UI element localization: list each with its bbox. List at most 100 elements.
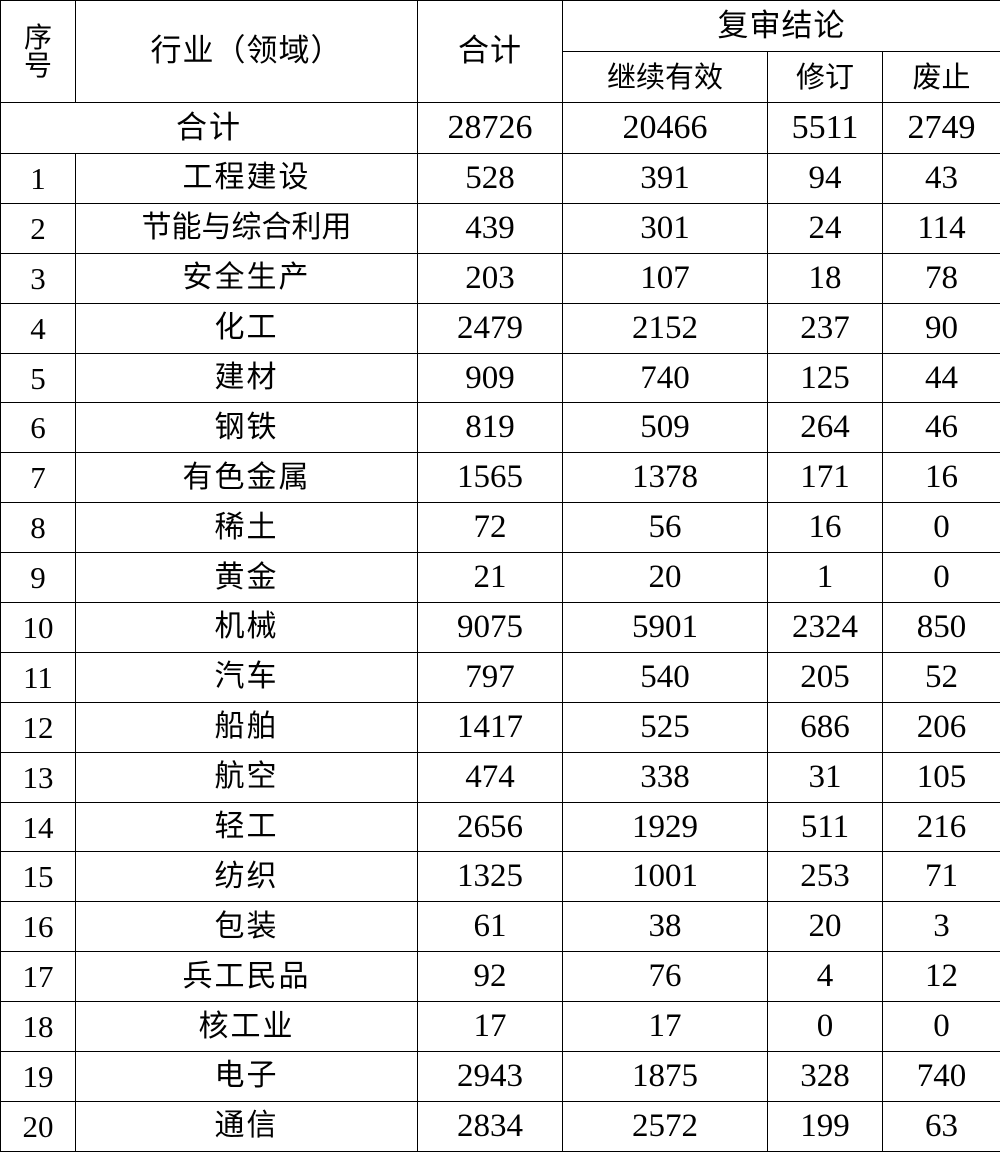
totals-revised: 5511 <box>768 103 883 154</box>
row-revised: 16 <box>768 503 883 553</box>
row-index: 1 <box>1 154 76 204</box>
row-revised: 253 <box>768 852 883 902</box>
row-index: 12 <box>1 702 76 752</box>
table-row: 16 包装 61 38 20 3 <box>1 902 1000 952</box>
row-still-valid: 301 <box>563 203 768 253</box>
row-abolished: 0 <box>883 1002 1000 1052</box>
row-industry: 航空 <box>76 752 418 802</box>
row-abolished: 78 <box>883 253 1000 303</box>
row-industry: 船舶 <box>76 702 418 752</box>
row-total: 2479 <box>418 303 563 353</box>
row-total: 17 <box>418 1002 563 1052</box>
row-revised: 2324 <box>768 603 883 653</box>
row-industry: 黄金 <box>76 553 418 603</box>
row-revised: 18 <box>768 253 883 303</box>
header-total: 合计 <box>418 1 563 103</box>
row-revised: 125 <box>768 353 883 403</box>
row-still-valid: 1875 <box>563 1052 768 1102</box>
row-abolished: 12 <box>883 952 1000 1002</box>
row-index: 18 <box>1 1002 76 1052</box>
row-index: 9 <box>1 553 76 603</box>
row-abolished: 3 <box>883 902 1000 952</box>
table-row: 11 汽车 797 540 205 52 <box>1 652 1000 702</box>
totals-row: 合计 28726 20466 5511 2749 <box>1 103 1000 154</box>
row-still-valid: 1929 <box>563 802 768 852</box>
row-industry: 节能与综合利用 <box>76 203 418 253</box>
header-index: 序 号 <box>1 1 76 103</box>
table-row: 8 稀土 72 56 16 0 <box>1 503 1000 553</box>
row-abolished: 216 <box>883 802 1000 852</box>
row-industry: 通信 <box>76 1101 418 1151</box>
row-industry: 汽车 <box>76 652 418 702</box>
totals-label: 合计 <box>1 103 418 154</box>
row-industry: 机械 <box>76 603 418 653</box>
table-row: 7 有色金属 1565 1378 171 16 <box>1 453 1000 503</box>
row-industry: 有色金属 <box>76 453 418 503</box>
row-still-valid: 1378 <box>563 453 768 503</box>
row-still-valid: 525 <box>563 702 768 752</box>
header-industry: 行业（领域） <box>76 1 418 103</box>
header-row-top: 序 号 行业（领域） 合计 复审结论 <box>1 1 1000 52</box>
row-revised: 4 <box>768 952 883 1002</box>
standards-review-table-sheet: 序 号 行业（领域） 合计 复审结论 继续有效 修订 废止 合计 28726 2… <box>0 0 1000 1130</box>
row-abolished: 16 <box>883 453 1000 503</box>
row-industry: 轻工 <box>76 802 418 852</box>
row-abolished: 71 <box>883 852 1000 902</box>
row-revised: 328 <box>768 1052 883 1102</box>
row-index: 10 <box>1 603 76 653</box>
table-body: 合计 28726 20466 5511 2749 1 工程建设 528 391 … <box>1 103 1000 1152</box>
row-still-valid: 107 <box>563 253 768 303</box>
row-revised: 511 <box>768 802 883 852</box>
header-review-conclusion: 复审结论 <box>563 1 1000 52</box>
row-index: 20 <box>1 1101 76 1151</box>
row-industry: 核工业 <box>76 1002 418 1052</box>
row-index: 6 <box>1 403 76 453</box>
row-total: 1565 <box>418 453 563 503</box>
row-index: 8 <box>1 503 76 553</box>
row-total: 9075 <box>418 603 563 653</box>
row-still-valid: 2572 <box>563 1101 768 1151</box>
row-industry: 化工 <box>76 303 418 353</box>
row-abolished: 46 <box>883 403 1000 453</box>
row-total: 439 <box>418 203 563 253</box>
row-total: 1417 <box>418 702 563 752</box>
row-total: 2834 <box>418 1101 563 1151</box>
row-total: 797 <box>418 652 563 702</box>
row-revised: 1 <box>768 553 883 603</box>
row-index: 14 <box>1 802 76 852</box>
row-industry: 纺织 <box>76 852 418 902</box>
table-row: 12 船舶 1417 525 686 206 <box>1 702 1000 752</box>
table-row: 3 安全生产 203 107 18 78 <box>1 253 1000 303</box>
table-row: 20 通信 2834 2572 199 63 <box>1 1101 1000 1151</box>
table-row: 15 纺织 1325 1001 253 71 <box>1 852 1000 902</box>
row-abolished: 63 <box>883 1101 1000 1151</box>
row-index: 17 <box>1 952 76 1002</box>
header-index-line1: 序 <box>1 24 75 52</box>
table-header: 序 号 行业（领域） 合计 复审结论 继续有效 修订 废止 <box>1 1 1000 103</box>
row-industry: 安全生产 <box>76 253 418 303</box>
row-abolished: 740 <box>883 1052 1000 1102</box>
row-still-valid: 509 <box>563 403 768 453</box>
row-total: 2943 <box>418 1052 563 1102</box>
table-row: 13 航空 474 338 31 105 <box>1 752 1000 802</box>
row-still-valid: 76 <box>563 952 768 1002</box>
row-revised: 31 <box>768 752 883 802</box>
row-abolished: 105 <box>883 752 1000 802</box>
row-revised: 205 <box>768 652 883 702</box>
row-total: 72 <box>418 503 563 553</box>
table-row: 5 建材 909 740 125 44 <box>1 353 1000 403</box>
row-index: 13 <box>1 752 76 802</box>
row-revised: 237 <box>768 303 883 353</box>
row-index: 4 <box>1 303 76 353</box>
row-revised: 686 <box>768 702 883 752</box>
row-abolished: 0 <box>883 553 1000 603</box>
table-row: 14 轻工 2656 1929 511 216 <box>1 802 1000 852</box>
totals-abolished: 2749 <box>883 103 1000 154</box>
row-index: 19 <box>1 1052 76 1102</box>
row-abolished: 52 <box>883 652 1000 702</box>
table-row: 19 电子 2943 1875 328 740 <box>1 1052 1000 1102</box>
row-index: 15 <box>1 852 76 902</box>
table-row: 9 黄金 21 20 1 0 <box>1 553 1000 603</box>
row-abolished: 43 <box>883 154 1000 204</box>
row-still-valid: 20 <box>563 553 768 603</box>
